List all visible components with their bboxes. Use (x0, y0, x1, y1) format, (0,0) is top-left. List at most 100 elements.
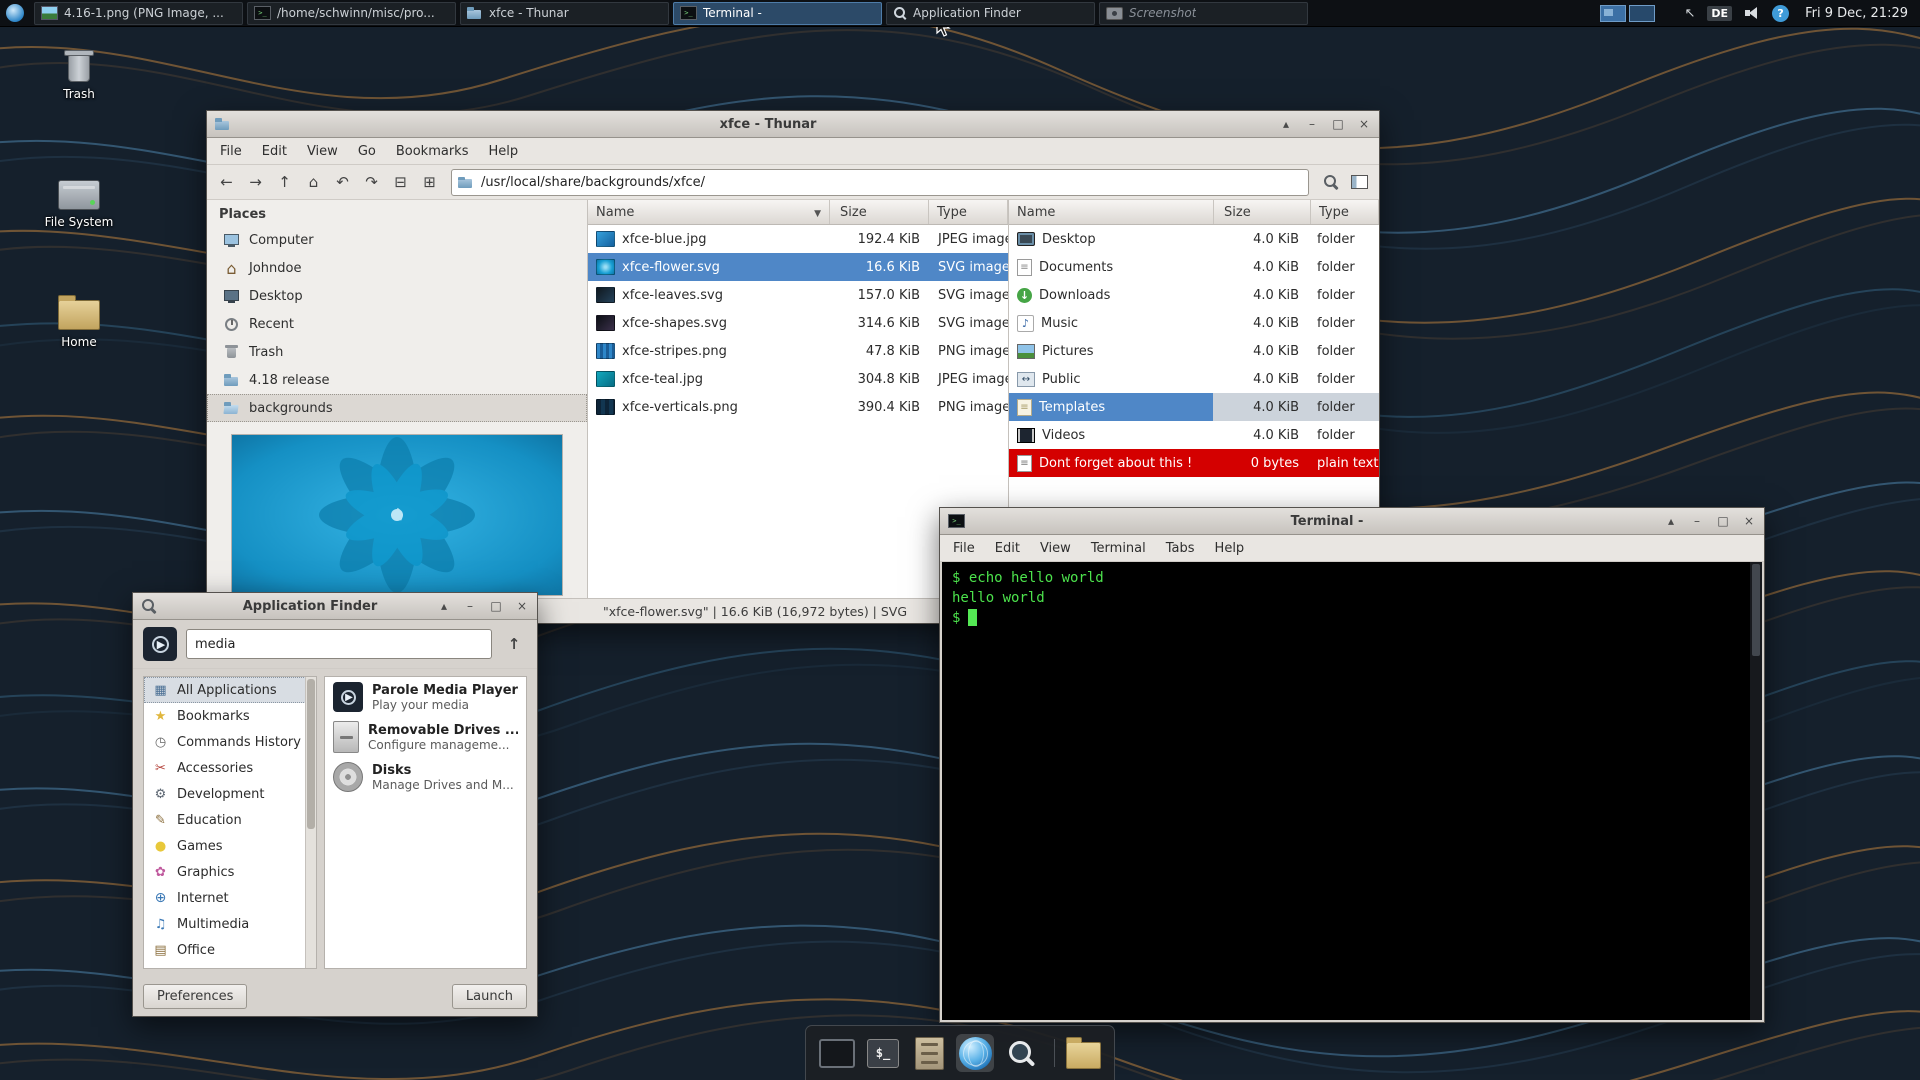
toolbar-button[interactable]: ↑ (271, 170, 298, 195)
place-item[interactable]: Recent (207, 310, 587, 338)
task-button[interactable]: Screenshot (1099, 1, 1308, 25)
file-row[interactable]: Public 4.0 KiB folder (1009, 365, 1379, 393)
preferences-button[interactable]: Preferences (143, 983, 248, 1009)
category-item[interactable]: Internet (144, 885, 316, 911)
category-item[interactable]: Commands History (144, 729, 316, 755)
launch-button[interactable]: Launch (451, 983, 527, 1009)
maximize-icon[interactable]: □ (489, 594, 503, 618)
category-item[interactable]: All Applications (144, 677, 316, 703)
shade-icon[interactable]: ▴ (1664, 509, 1678, 533)
desktop-icon-filesystem[interactable]: File System (24, 180, 134, 229)
task-button[interactable]: 4.16-1.png (PNG Image, ... (34, 1, 243, 25)
menu-item[interactable]: View (1031, 538, 1080, 559)
menu-item[interactable]: Bookmarks (387, 141, 478, 162)
menu-item[interactable]: Help (479, 141, 527, 162)
column-header-size[interactable]: Size (1214, 200, 1311, 224)
file-row[interactable]: xfce-teal.jpg 304.8 KiB JPEG image (588, 365, 1008, 393)
menu-item[interactable]: View (298, 141, 347, 162)
file-row[interactable]: Templates 4.0 KiB folder (1009, 393, 1379, 421)
search-input[interactable] (186, 629, 492, 659)
category-item[interactable]: Other (144, 963, 316, 968)
category-scrollbar[interactable] (305, 677, 316, 968)
menu-item[interactable]: Go (349, 141, 385, 162)
terminal-content[interactable]: $ echo hello world hello world $ (942, 562, 1762, 1020)
toolbar-button[interactable]: ↷ (358, 170, 385, 195)
file-row[interactable]: Downloads 4.0 KiB folder (1009, 281, 1379, 309)
help-status-icon[interactable] (1772, 4, 1790, 22)
close-icon[interactable]: × (515, 594, 529, 618)
menu-item[interactable]: Edit (986, 538, 1029, 559)
place-item[interactable]: 4.18 release (207, 366, 587, 394)
place-item[interactable]: Johndoe (207, 254, 587, 282)
file-row[interactable]: xfce-shapes.svg 314.6 KiB SVG image (588, 309, 1008, 337)
minimize-icon[interactable]: – (1305, 112, 1319, 136)
column-header-name[interactable]: Name (1009, 200, 1214, 224)
place-item[interactable]: Desktop (207, 282, 587, 310)
close-icon[interactable]: × (1357, 112, 1371, 136)
column-header-name[interactable]: Name (588, 200, 830, 224)
result-item[interactable]: Removable Drives ... Configure manageme.… (325, 717, 526, 757)
file-row[interactable]: xfce-blue.jpg 192.4 KiB JPEG image (588, 225, 1008, 253)
file-row[interactable]: Pictures 4.0 KiB folder (1009, 337, 1379, 365)
task-button[interactable]: /home/schwinn/misc/pro... (247, 1, 456, 25)
workspace-button[interactable] (1628, 4, 1655, 22)
category-item[interactable]: Development (144, 781, 316, 807)
file-row[interactable]: Desktop 4.0 KiB folder (1009, 225, 1379, 253)
result-item[interactable]: Disks Manage Drives and M... (325, 757, 526, 797)
toolbar-button[interactable]: ⊞ (416, 170, 443, 195)
menu-item[interactable]: File (944, 538, 984, 559)
desktop-icon-home[interactable]: Home (24, 294, 134, 349)
column-header-type[interactable]: Type (929, 200, 1008, 224)
category-item[interactable]: Accessories (144, 755, 316, 781)
category-item[interactable]: Multimedia (144, 911, 316, 937)
file-row[interactable]: xfce-stripes.png 47.8 KiB PNG image (588, 337, 1008, 365)
web-browser-launcher[interactable] (956, 1034, 994, 1072)
pointer-tray-icon[interactable] (1685, 6, 1696, 21)
file-row[interactable]: xfce-verticals.png 390.4 KiB PNG image (588, 393, 1008, 421)
launch-arrow-button[interactable] (501, 631, 527, 657)
minimize-icon[interactable]: – (1690, 509, 1704, 533)
close-icon[interactable]: × (1742, 509, 1756, 533)
folder-launcher[interactable] (1054, 1034, 1102, 1072)
xterm-launcher[interactable] (864, 1034, 902, 1072)
keyboard-layout-indicator[interactable]: DE (1707, 5, 1733, 21)
shade-icon[interactable]: ▴ (437, 594, 451, 618)
maximize-icon[interactable]: □ (1716, 509, 1730, 533)
minimize-icon[interactable]: – (463, 594, 477, 618)
toolbar-button[interactable]: ⊟ (387, 170, 414, 195)
volume-icon[interactable] (1744, 6, 1760, 20)
app-finder-launcher[interactable] (1002, 1034, 1040, 1072)
applications-menu-icon[interactable] (6, 4, 24, 22)
category-item[interactable]: Education (144, 807, 316, 833)
toolbar-button[interactable]: ↶ (329, 170, 356, 195)
file-cabinet-launcher[interactable] (910, 1034, 948, 1072)
file-row[interactable]: Documents 4.0 KiB folder (1009, 253, 1379, 281)
terminal-launcher[interactable] (818, 1034, 856, 1072)
menu-item[interactable]: Terminal (1082, 538, 1155, 559)
toggle-side-pane-button[interactable] (1346, 170, 1373, 195)
menu-item[interactable]: Tabs (1157, 538, 1204, 559)
file-row[interactable]: Videos 4.0 KiB folder (1009, 421, 1379, 449)
shade-icon[interactable]: ▴ (1279, 112, 1293, 136)
file-row[interactable]: xfce-leaves.svg 157.0 KiB SVG image (588, 281, 1008, 309)
category-item[interactable]: Graphics (144, 859, 316, 885)
place-item[interactable]: Trash (207, 338, 587, 366)
toolbar-button[interactable]: ⌂ (300, 170, 327, 195)
location-bar[interactable] (451, 168, 1309, 196)
file-row[interactable]: xfce-flower.svg 16.6 KiB SVG image (588, 253, 1008, 281)
category-item[interactable]: Games (144, 833, 316, 859)
terminal-scrollbar[interactable] (1750, 562, 1762, 1020)
place-item[interactable]: backgrounds (207, 394, 587, 422)
column-header-type[interactable]: Type (1311, 200, 1379, 224)
file-row[interactable]: Music 4.0 KiB folder (1009, 309, 1379, 337)
place-item[interactable]: Computer (207, 226, 587, 254)
scrollbar-thumb[interactable] (307, 679, 315, 829)
category-item[interactable]: Office (144, 937, 316, 963)
column-header-size[interactable]: Size (830, 200, 929, 224)
menu-item[interactable]: File (211, 141, 251, 162)
category-item[interactable]: Bookmarks (144, 703, 316, 729)
clock[interactable]: Fri 9 Dec, 21:29 (1805, 6, 1908, 21)
maximize-icon[interactable]: □ (1331, 112, 1345, 136)
task-button[interactable]: Application Finder (886, 1, 1095, 25)
task-button[interactable]: Terminal - (673, 1, 882, 25)
